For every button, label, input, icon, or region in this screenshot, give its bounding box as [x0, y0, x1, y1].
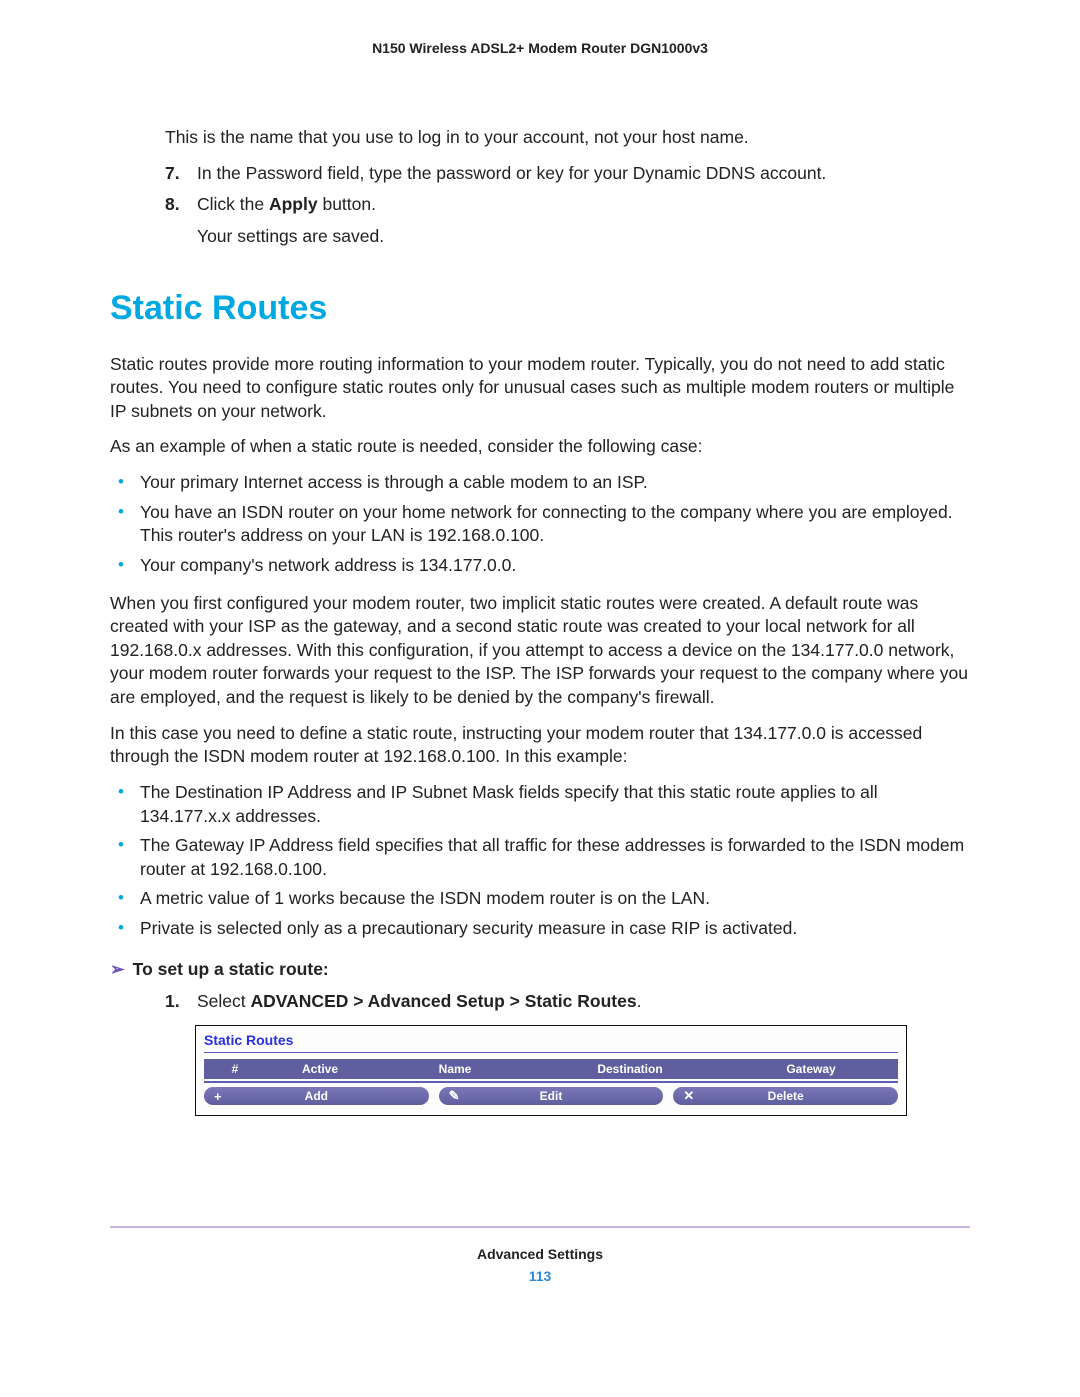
panel-title: Static Routes [196, 1026, 906, 1052]
bullet-item: Your primary Internet access is through … [110, 471, 970, 495]
step-sub: Your settings are saved. [197, 225, 970, 249]
bullet-item: You have an ISDN router on your home net… [110, 501, 970, 548]
edit-icon: ✎ [449, 1088, 460, 1104]
page-number: 113 [110, 1268, 970, 1284]
task-step-1: 1. Select ADVANCED > Advanced Setup > St… [165, 990, 970, 1014]
task-step-post: . [637, 991, 642, 1011]
bullet-list-2: The Destination IP Address and IP Subnet… [110, 781, 970, 941]
apply-bold: Apply [269, 194, 318, 214]
section-p1: Static routes provide more routing infor… [110, 353, 970, 424]
bullet-list-1: Your primary Internet access is through … [110, 471, 970, 578]
static-routes-screenshot: Static Routes # Active Name Destination … [195, 1025, 907, 1116]
divider [204, 1052, 898, 1053]
section-p3: When you first configured your modem rou… [110, 592, 970, 710]
bullet-item: A metric value of 1 works because the IS… [110, 887, 970, 911]
button-row: + Add ✎ Edit ✕ Delete [196, 1083, 906, 1115]
task-step-pre: Select [197, 991, 251, 1011]
step-text: In the Password field, type the password… [197, 163, 826, 183]
step-text-pre: Click the [197, 194, 269, 214]
footer-section-label: Advanced Settings [110, 1246, 970, 1262]
step-number: 1. [165, 990, 180, 1014]
section-heading: Static Routes [110, 289, 970, 328]
delete-button[interactable]: ✕ Delete [673, 1087, 898, 1105]
close-icon: ✕ [683, 1088, 694, 1104]
bullet-item: The Gateway IP Address field specifies t… [110, 834, 970, 881]
edit-button[interactable]: ✎ Edit [439, 1087, 664, 1105]
col-name: Name [380, 1062, 530, 1076]
col-active: Active [260, 1062, 380, 1076]
button-label: Add [305, 1089, 328, 1103]
task-step-list: 1. Select ADVANCED > Advanced Setup > St… [165, 990, 970, 1014]
section-p4: In this case you need to define a static… [110, 722, 970, 769]
col-hash: # [210, 1062, 260, 1076]
doc-header: N150 Wireless ADSL2+ Modem Router DGN100… [110, 40, 970, 56]
bullet-item: Your company's network address is 134.17… [110, 554, 970, 578]
add-button[interactable]: + Add [204, 1087, 429, 1105]
bullet-item: The Destination IP Address and IP Subnet… [110, 781, 970, 828]
page-footer: Advanced Settings 113 [110, 1246, 970, 1284]
col-destination: Destination [530, 1062, 730, 1076]
nav-path-bold: ADVANCED > Advanced Setup > Static Route… [251, 991, 637, 1011]
intro-line: This is the name that you use to log in … [165, 126, 970, 150]
section-p2: As an example of when a static route is … [110, 435, 970, 459]
col-gateway: Gateway [730, 1062, 892, 1076]
plus-icon: + [214, 1089, 222, 1104]
task-title: To set up a static route: [133, 959, 329, 979]
task-lead: ➢ To set up a static route: [110, 959, 970, 980]
step-number: 7. [165, 162, 180, 186]
step-7: 7. In the Password field, type the passw… [165, 162, 970, 186]
triangle-icon: ➢ [110, 959, 125, 980]
table-header-row: # Active Name Destination Gateway [204, 1059, 898, 1079]
button-label: Delete [768, 1089, 804, 1103]
step-text-post: button. [318, 194, 376, 214]
step-number: 8. [165, 193, 180, 217]
footer-rule [110, 1226, 970, 1228]
step-list: 7. In the Password field, type the passw… [165, 162, 970, 249]
step-8: 8. Click the Apply button. Your settings… [165, 193, 970, 248]
button-label: Edit [540, 1089, 563, 1103]
bullet-item: Private is selected only as a precaution… [110, 917, 970, 941]
